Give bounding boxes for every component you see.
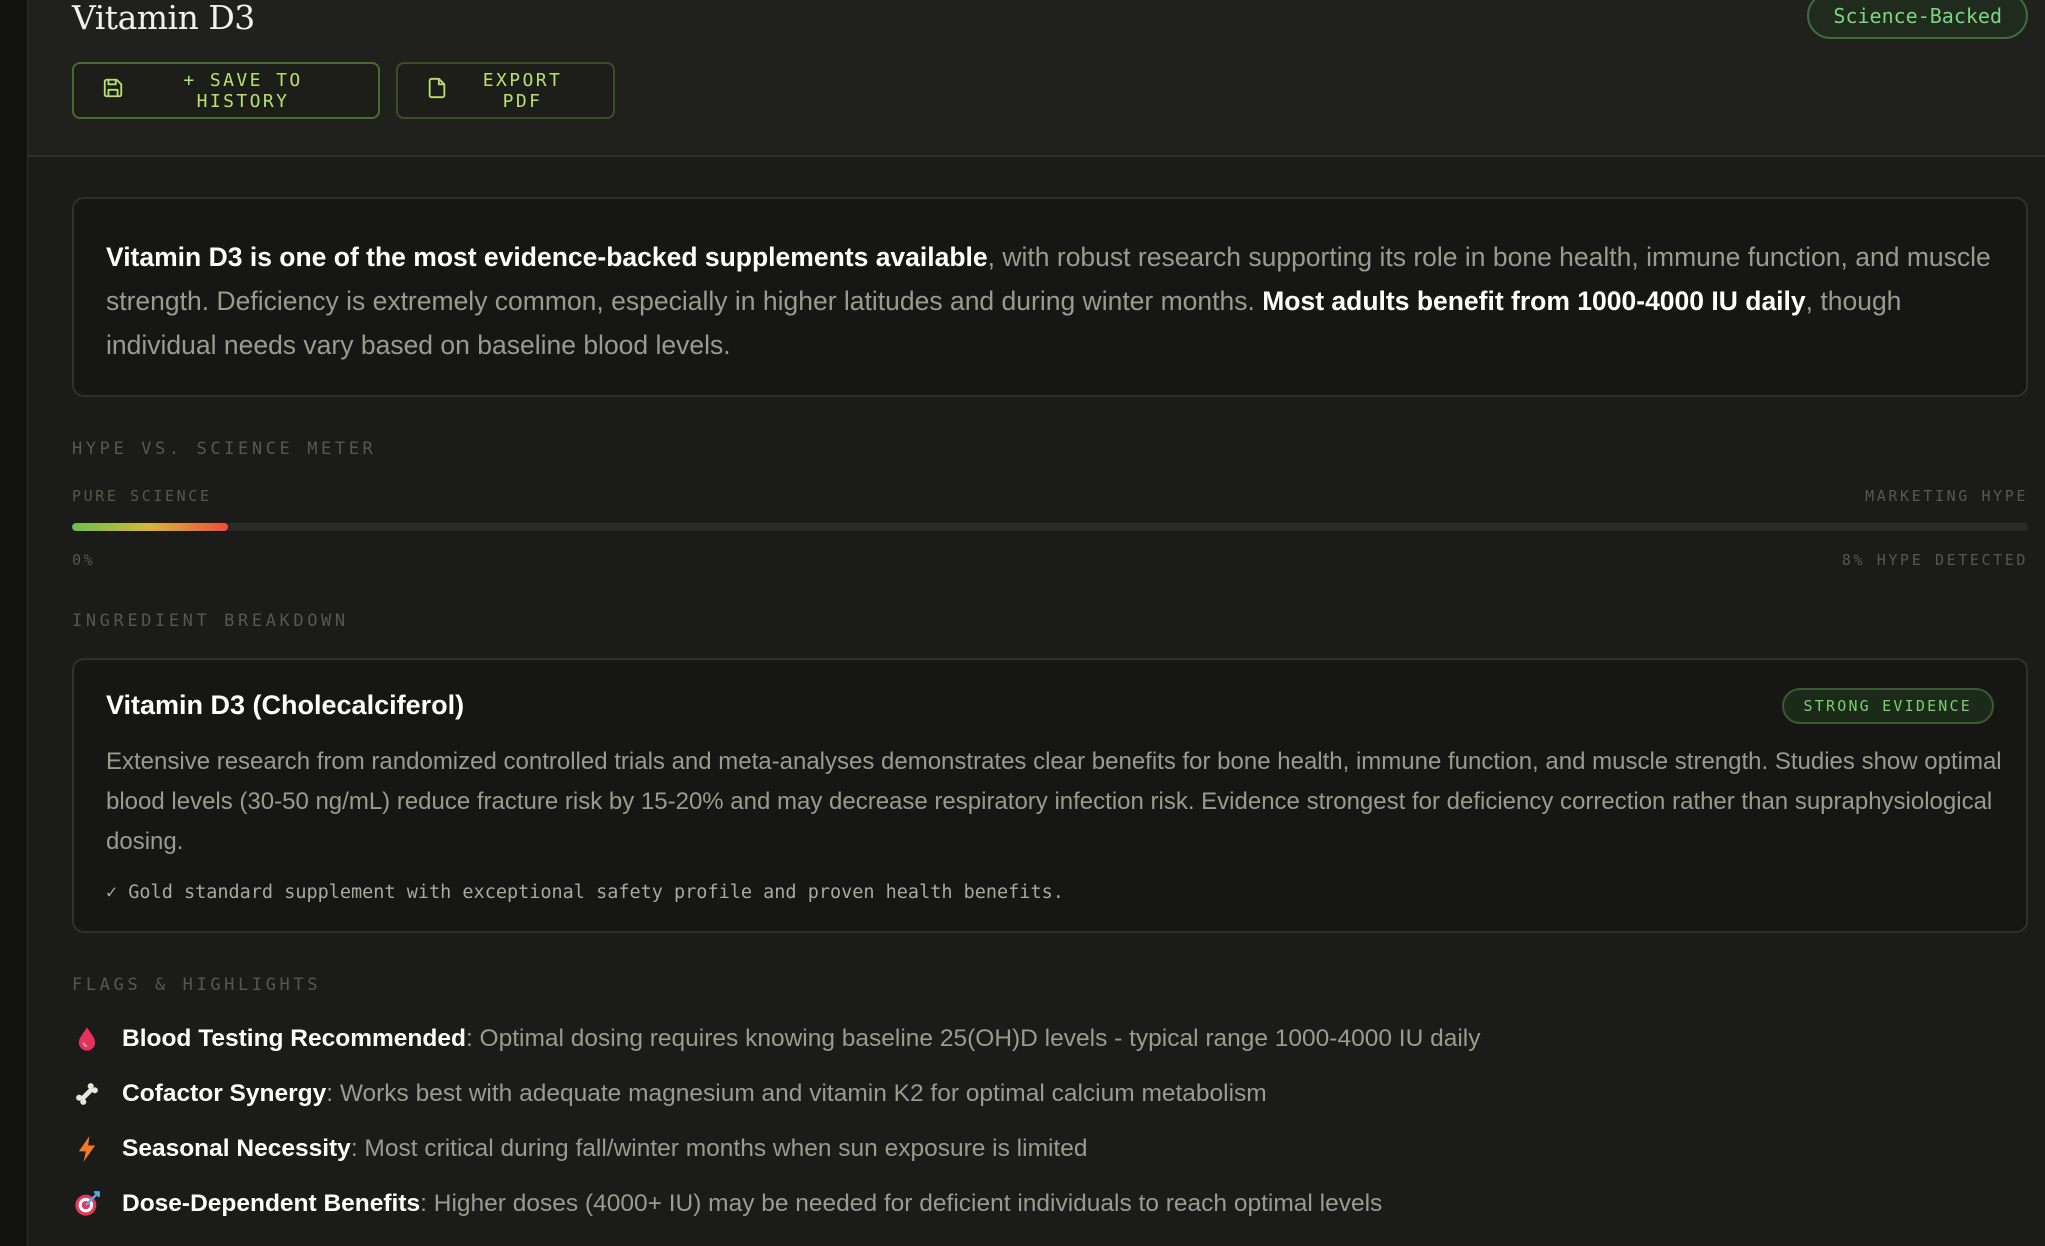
flag-title: Cofactor Synergy — [122, 1080, 327, 1107]
summary-bold-2: Most adults benefit from 1000-4000 IU da… — [1262, 286, 1806, 316]
ingredient-card: Vitamin D3 (Cholecalciferol) STRONG EVID… — [72, 658, 2028, 933]
flag-text: : Higher doses (4000+ IU) may be needed … — [420, 1190, 1383, 1217]
bone-icon — [72, 1079, 102, 1109]
verdict-badge: Science-Backed — [1807, 0, 2028, 39]
meter-min-label: 0% — [72, 551, 96, 569]
flag-text: : Works best with adequate magnesium and… — [326, 1080, 1267, 1107]
target-icon — [72, 1189, 102, 1219]
save-icon — [102, 77, 124, 104]
blood-drop-icon — [72, 1024, 102, 1054]
summary-card: Vitamin D3 is one of the most evidence-b… — [72, 197, 2028, 397]
file-icon — [426, 77, 448, 104]
flag-text: : Optimal dosing requires knowing baseli… — [465, 1025, 1481, 1052]
ingredient-name: Vitamin D3 (Cholecalciferol) — [106, 690, 465, 720]
flags-section-title: FLAGS & HIGHLIGHTS — [72, 975, 322, 995]
page-title: Vitamin D3 — [72, 0, 255, 37]
ingredient-note: ✓ Gold standard supplement with exceptio… — [106, 882, 1064, 903]
flag-item: Blood Testing Recommended: Optimal dosin… — [72, 1019, 1480, 1059]
meter-left-label: PURE SCIENCE — [72, 487, 212, 505]
flag-title: Dose-Dependent Benefits — [122, 1190, 421, 1217]
meter-section-title: HYPE VS. SCIENCE METER — [72, 439, 377, 459]
hype-meter-track — [72, 523, 2028, 531]
ingredient-section-title: INGREDIENT BREAKDOWN — [72, 611, 349, 631]
left-rail — [0, 0, 28, 1246]
main-panel: Vitamin D3 Science-Backed + SAVE TO HIST… — [28, 0, 2045, 1246]
summary-bold-1: Vitamin D3 is one of the most evidence-b… — [106, 242, 988, 272]
lightning-icon — [72, 1134, 102, 1164]
meter-result-label: 8% HYPE DETECTED — [1841, 551, 2028, 569]
export-pdf-button[interactable]: EXPORT PDF — [396, 62, 615, 119]
flag-title: Blood Testing Recommended — [122, 1025, 466, 1052]
flag-text: : Most critical during fall/winter month… — [350, 1135, 1088, 1162]
ingredient-description: Extensive research from randomized contr… — [106, 748, 2002, 855]
export-button-label: EXPORT PDF — [482, 69, 563, 112]
meter-right-label: MARKETING HYPE — [1865, 487, 2028, 505]
flag-item: Dose-Dependent Benefits: Higher doses (4… — [72, 1184, 1382, 1224]
save-button-label: + SAVE TO HISTORY — [183, 69, 303, 112]
result-header: Vitamin D3 Science-Backed + SAVE TO HIST… — [28, 0, 2045, 157]
evidence-badge: STRONG EVIDENCE — [1781, 688, 1994, 724]
flag-item: Seasonal Necessity: Most critical during… — [72, 1129, 1087, 1169]
save-to-history-button[interactable]: + SAVE TO HISTORY — [72, 62, 380, 119]
flag-item: Cofactor Synergy: Works best with adequa… — [72, 1074, 1267, 1114]
flag-title: Seasonal Necessity — [122, 1135, 351, 1162]
hype-meter-fill — [72, 523, 229, 531]
